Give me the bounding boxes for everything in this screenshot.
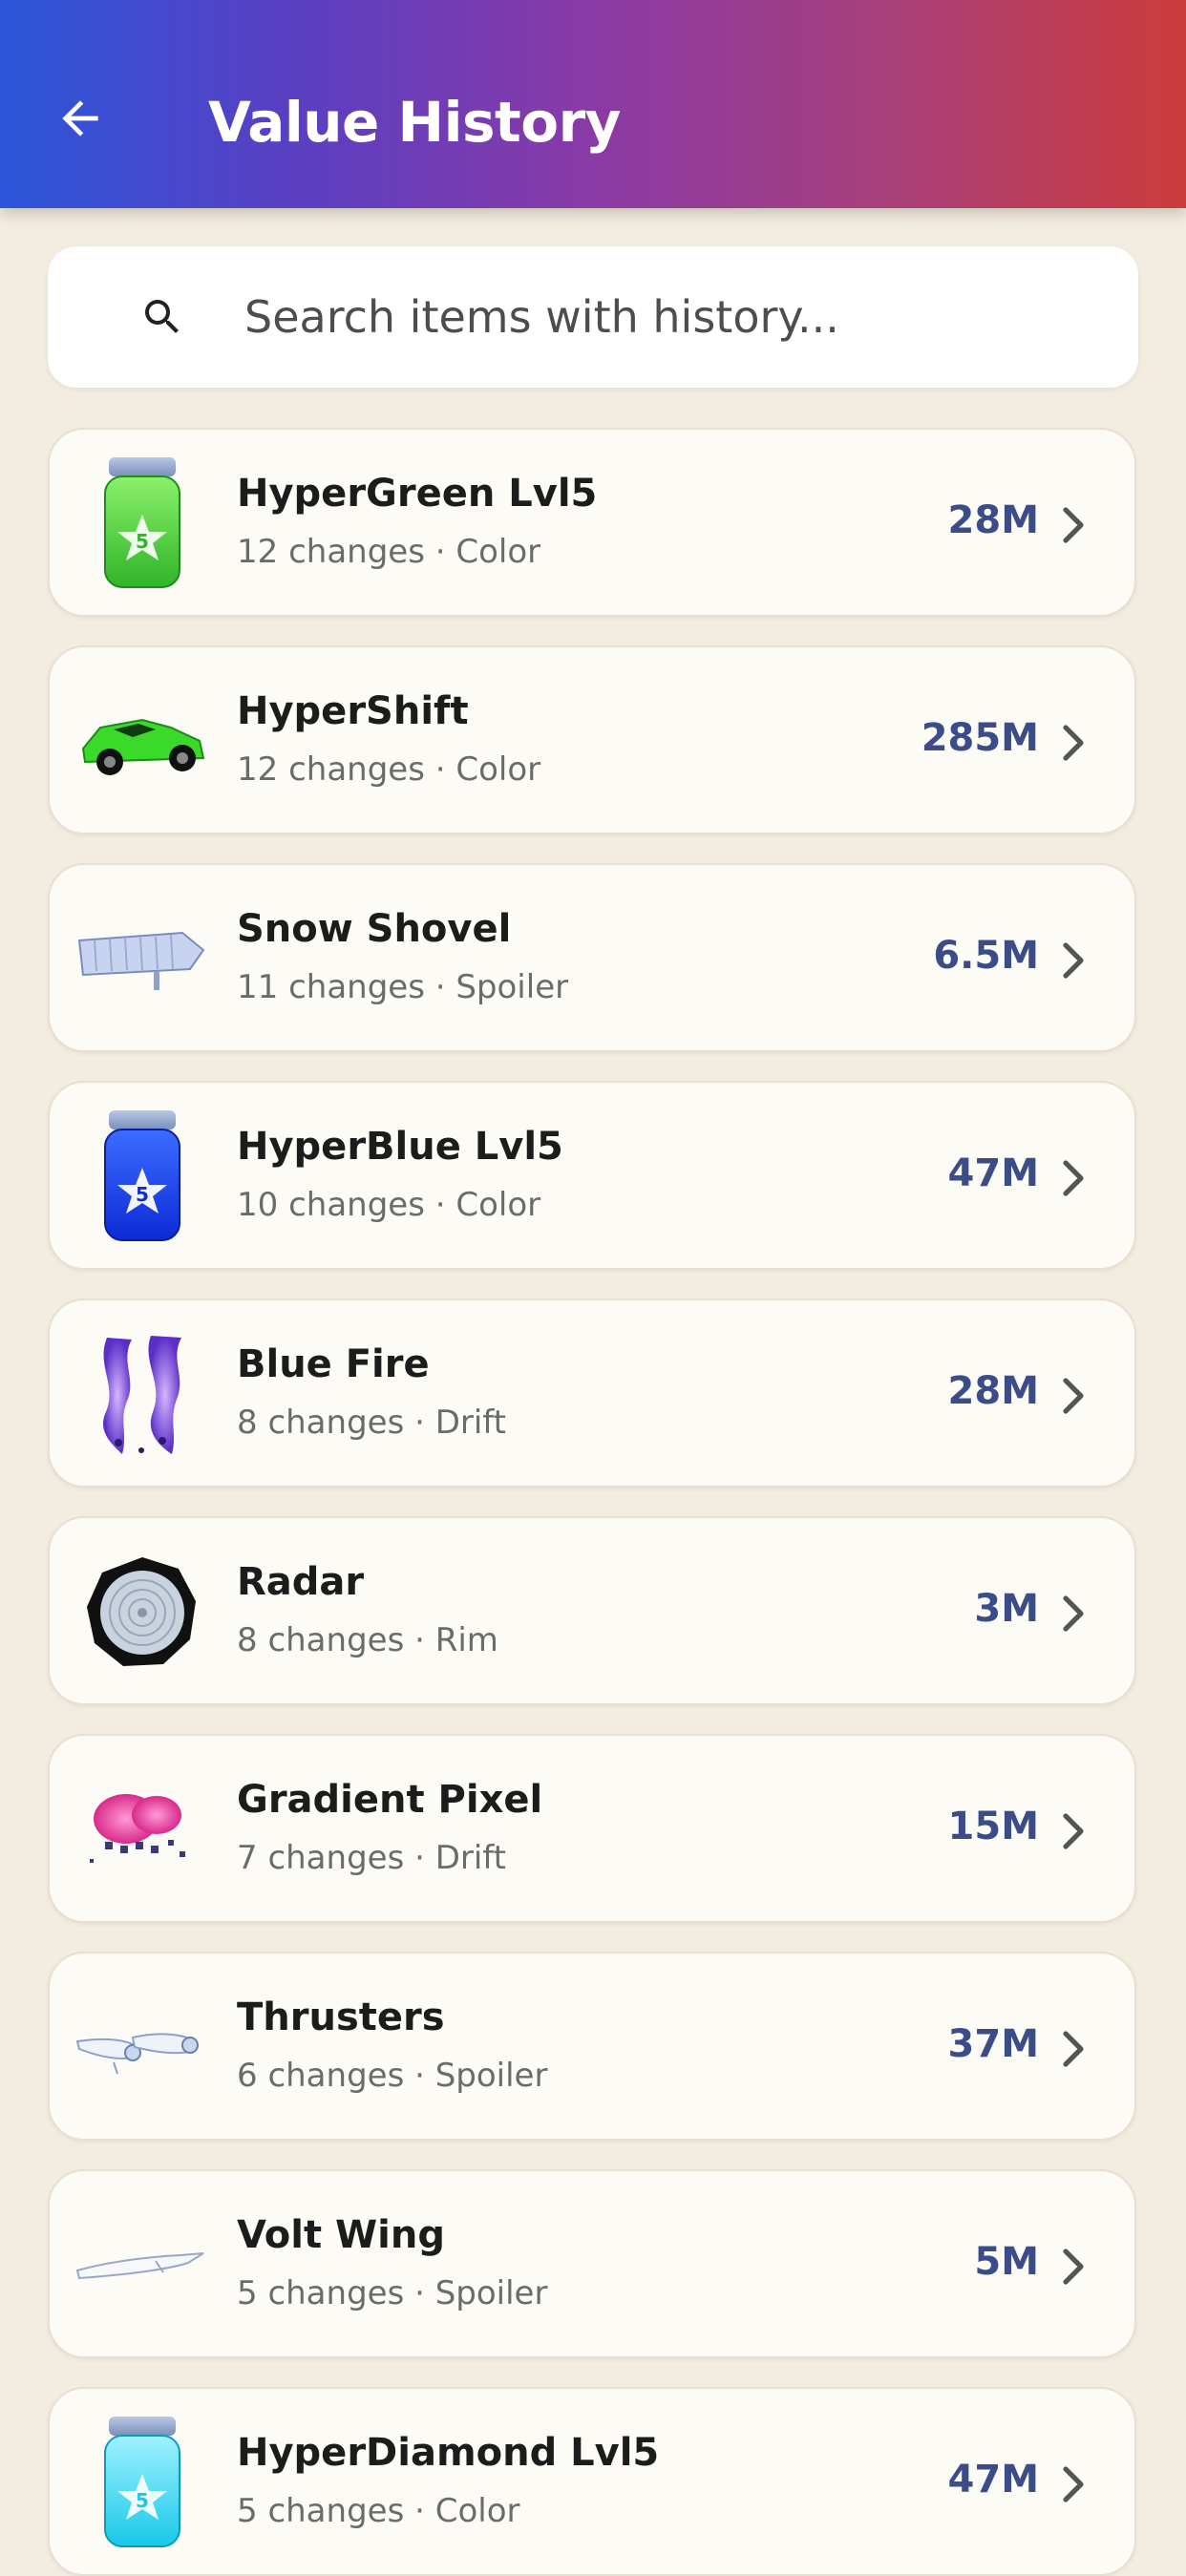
search-icon xyxy=(145,300,179,333)
thrusters-spoiler-icon xyxy=(71,1976,214,2120)
item-meta: 12 changes · Color xyxy=(237,533,541,571)
item-value: 28M xyxy=(947,1369,1039,1413)
page-title: Value History xyxy=(208,90,621,155)
item-meta: 5 changes · Spoiler xyxy=(237,2274,548,2312)
item-meta: 7 changes · Drift xyxy=(237,1839,507,1877)
svg-text:5: 5 xyxy=(136,1183,149,1206)
item-name: HyperDiamond Lvl5 xyxy=(237,2431,660,2475)
chevron-right-icon xyxy=(1063,507,1084,543)
item-name: Thrusters xyxy=(237,1995,445,2039)
volt-wing-icon xyxy=(71,2194,214,2337)
item-value: 37M xyxy=(947,2022,1039,2066)
chevron-right-icon xyxy=(1063,2249,1084,2285)
chevron-right-icon xyxy=(1063,2031,1084,2067)
item-name: HyperBlue Lvl5 xyxy=(237,1125,563,1169)
svg-text:5: 5 xyxy=(136,2489,149,2512)
blue-jar-icon: 5 xyxy=(71,1106,214,1249)
blue-fire-drift-icon xyxy=(71,1323,214,1467)
radar-rim-icon xyxy=(71,1541,214,1684)
app-bar: Value History xyxy=(0,0,1186,208)
item-name: Gradient Pixel xyxy=(237,1778,543,1822)
chevron-right-icon xyxy=(1063,942,1084,979)
item-value: 15M xyxy=(947,1805,1039,1848)
item-name: Volt Wing xyxy=(237,2213,445,2257)
item-value: 285M xyxy=(921,716,1039,760)
list-item[interactable]: Radar 8 changes · Rim 3M xyxy=(48,1516,1136,1705)
list-item[interactable]: 5 HyperDiamond Lvl5 5 changes · Color 47… xyxy=(48,2387,1136,2576)
list-item[interactable]: Blue Fire 8 changes · Drift 28M xyxy=(48,1299,1136,1488)
chevron-right-icon xyxy=(1063,1160,1084,1196)
item-name: Snow Shovel xyxy=(237,907,512,951)
item-name: Blue Fire xyxy=(237,1342,430,1386)
chevron-right-icon xyxy=(1063,1813,1084,1849)
back-button[interactable] xyxy=(46,84,115,153)
chevron-right-icon xyxy=(1063,725,1084,761)
shovel-spoiler-icon xyxy=(71,888,214,1031)
list-item[interactable]: 5 HyperBlue Lvl5 10 changes · Color 47M xyxy=(48,1081,1136,1270)
item-meta: 10 changes · Color xyxy=(237,1186,541,1224)
item-value: 3M xyxy=(974,1587,1039,1631)
chevron-right-icon xyxy=(1063,1378,1084,1414)
item-name: Radar xyxy=(237,1560,365,1604)
search-bar[interactable] xyxy=(48,246,1138,388)
pink-pixel-drift-icon xyxy=(71,1759,214,1902)
item-value: 47M xyxy=(947,2458,1039,2502)
arrow-left-icon xyxy=(62,100,98,137)
item-meta: 8 changes · Drift xyxy=(237,1404,507,1442)
search-input[interactable] xyxy=(244,275,1104,359)
item-name: HyperGreen Lvl5 xyxy=(237,472,598,516)
green-jar-icon: 5 xyxy=(71,453,214,596)
item-value: 5M xyxy=(974,2240,1039,2284)
diamond-jar-icon: 5 xyxy=(71,2412,214,2555)
list-item[interactable]: Volt Wing 5 changes · Spoiler 5M xyxy=(48,2169,1136,2358)
green-car-icon xyxy=(71,670,214,813)
chevron-right-icon xyxy=(1063,2466,1084,2502)
item-meta: 6 changes · Spoiler xyxy=(237,2057,548,2095)
item-value: 6.5M xyxy=(933,934,1039,978)
list-item[interactable]: HyperShift 12 changes · Color 285M xyxy=(48,645,1136,834)
item-value: 28M xyxy=(947,498,1039,542)
item-meta: 11 changes · Spoiler xyxy=(237,968,569,1006)
list-item[interactable]: Thrusters 6 changes · Spoiler 37M xyxy=(48,1952,1136,2141)
chevron-right-icon xyxy=(1063,1595,1084,1632)
item-value: 47M xyxy=(947,1151,1039,1195)
item-name: HyperShift xyxy=(237,689,469,733)
list-item[interactable]: 5 HyperGreen Lvl5 12 changes · Color 28M xyxy=(48,428,1136,617)
svg-text:5: 5 xyxy=(136,530,149,553)
list-item[interactable]: Gradient Pixel 7 changes · Drift 15M xyxy=(48,1734,1136,1923)
list-item[interactable]: Snow Shovel 11 changes · Spoiler 6.5M xyxy=(48,863,1136,1052)
item-meta: 8 changes · Rim xyxy=(237,1621,498,1659)
item-meta: 12 changes · Color xyxy=(237,750,541,789)
item-meta: 5 changes · Color xyxy=(237,2492,520,2530)
